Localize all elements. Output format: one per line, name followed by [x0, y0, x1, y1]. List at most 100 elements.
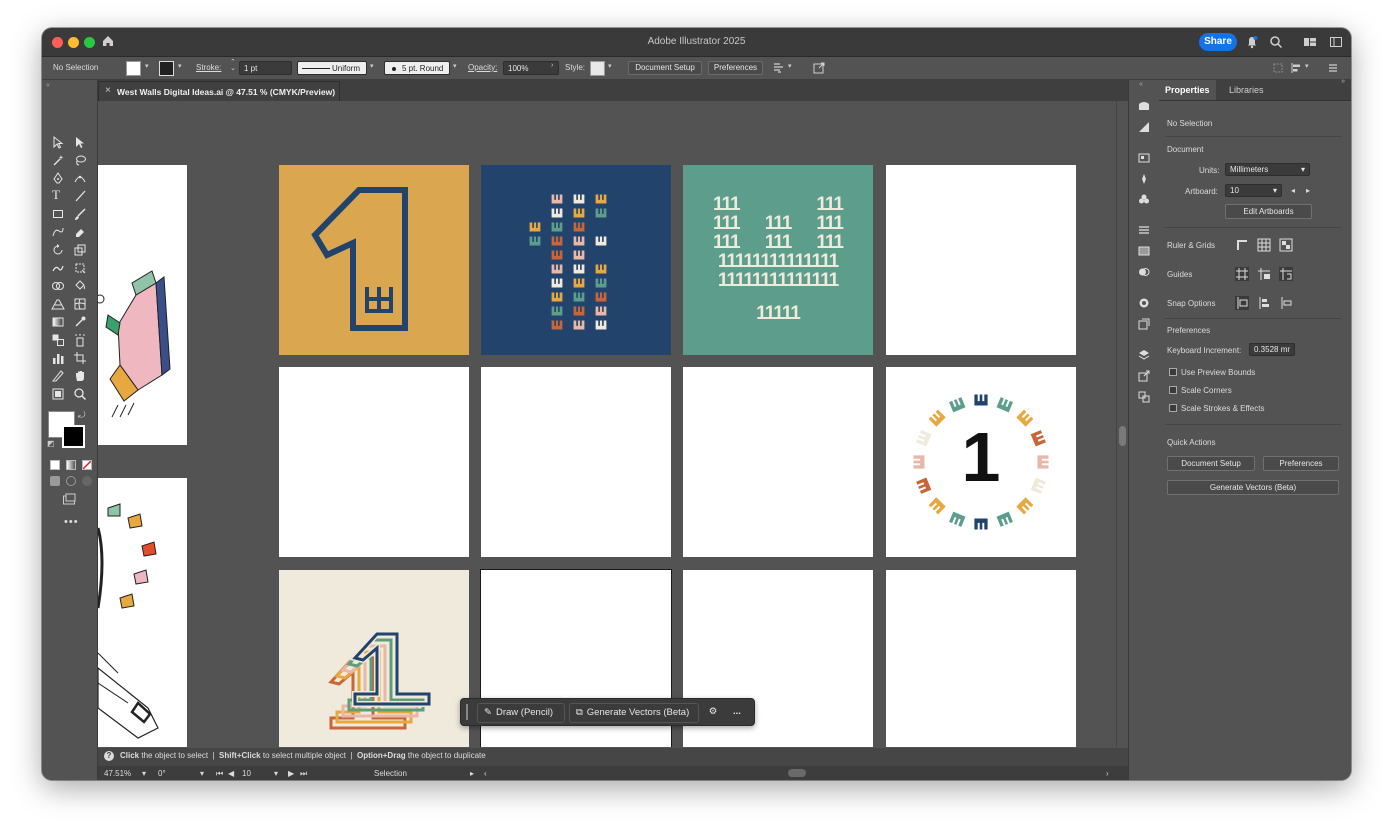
shape-builder-tool-icon[interactable]: [51, 279, 65, 293]
artboard-mustard-one[interactable]: [279, 165, 469, 355]
fill-dropdown-icon[interactable]: ▾: [145, 62, 149, 70]
align-icon[interactable]: [1289, 61, 1303, 75]
align-dropdown-icon[interactable]: ▾: [1305, 62, 1309, 70]
rotation-dropdown-icon[interactable]: ▾: [200, 769, 204, 778]
change-screen-mode-icon[interactable]: [62, 493, 76, 507]
vertical-scroll-thumb[interactable]: [1119, 426, 1126, 446]
draw-pencil-button[interactable]: ✎ Draw (Pencil): [477, 703, 565, 723]
tab-properties[interactable]: Properties: [1159, 80, 1216, 100]
blend-tool-icon[interactable]: [51, 333, 65, 347]
zoom-level[interactable]: 47.51%: [104, 769, 131, 778]
pen-tool-icon[interactable]: [51, 171, 65, 185]
brushes-panel-icon[interactable]: [1138, 173, 1150, 185]
gradient-mode-icon[interactable]: [66, 460, 76, 470]
live-paint-bucket-tool-icon[interactable]: [73, 279, 87, 293]
scroll-right-icon[interactable]: ›: [1106, 769, 1109, 778]
preferences-button[interactable]: Preferences: [708, 61, 763, 75]
artboard-circle-one[interactable]: 1: [886, 367, 1076, 557]
mesh-tool-icon[interactable]: [73, 297, 87, 311]
next-artboard-icon[interactable]: ▶: [288, 769, 294, 778]
artboard-left-bottom[interactable]: [98, 478, 187, 747]
arrange-documents-icon[interactable]: [772, 61, 786, 75]
rectangle-tool-icon[interactable]: [51, 207, 65, 221]
draw-behind-icon[interactable]: [66, 476, 76, 486]
direct-selection-tool-icon[interactable]: [73, 135, 87, 149]
qa-document-setup-button[interactable]: Document Setup: [1167, 456, 1255, 471]
search-icon[interactable]: [1269, 35, 1283, 49]
close-document-icon[interactable]: ×: [105, 85, 111, 96]
horizontal-scroll-thumb[interactable]: [788, 769, 806, 777]
artboard-left-top[interactable]: [98, 165, 187, 445]
properties-panel-icon[interactable]: [1138, 100, 1150, 112]
swatches-panel-icon[interactable]: [1138, 152, 1150, 164]
default-fill-stroke-icon[interactable]: ◩: [47, 439, 55, 448]
opacity-label[interactable]: Opacity:: [468, 63, 497, 72]
first-artboard-icon[interactable]: ⏮: [216, 769, 223, 779]
shaper-tool-icon[interactable]: [51, 225, 65, 239]
stroke-label[interactable]: Stroke:: [196, 63, 221, 72]
lasso-tool-icon[interactable]: [73, 153, 87, 167]
color-guide-icon[interactable]: [1138, 121, 1150, 133]
artboards-panel-icon[interactable]: [1138, 391, 1150, 403]
symbol-sprayer-tool-icon[interactable]: [73, 333, 87, 347]
free-transform-tool-icon[interactable]: [73, 261, 87, 275]
graphic-styles-icon[interactable]: [1138, 318, 1150, 330]
none-mode-icon[interactable]: [82, 460, 92, 470]
qa-generate-vectors-button[interactable]: Generate Vectors (Beta): [1167, 480, 1339, 495]
hand-tool-icon[interactable]: [73, 369, 87, 383]
gradient-panel-icon[interactable]: [1138, 245, 1150, 257]
collapse-toolbar-icon[interactable]: «: [46, 82, 50, 89]
edit-toolbar-icon[interactable]: •••: [64, 516, 79, 528]
draw-normal-icon[interactable]: [50, 476, 60, 486]
units-select[interactable]: Millimeters ▾: [1225, 163, 1310, 176]
gradient-tool-icon[interactable]: [51, 315, 65, 329]
artboard-empty-12[interactable]: [886, 570, 1076, 747]
rotation-value[interactable]: 0°: [158, 769, 166, 778]
style-dropdown-icon[interactable]: ▾: [608, 62, 612, 70]
swap-fill-stroke-icon[interactable]: ⤾: [78, 410, 86, 421]
taskbar-settings-icon[interactable]: ⚙: [705, 703, 721, 721]
scroll-left-icon[interactable]: ‹: [484, 769, 487, 778]
scale-tool-icon[interactable]: [73, 243, 87, 257]
magic-wand-tool-icon[interactable]: [51, 153, 65, 167]
panel-layout-icon[interactable]: [1329, 35, 1343, 49]
show-guides-icon[interactable]: [1235, 267, 1249, 281]
share-button[interactable]: Share: [1199, 33, 1237, 51]
artboard-dropdown-icon[interactable]: ▾: [274, 769, 278, 778]
stroke-swatch[interactable]: [159, 61, 174, 76]
rotate-tool-icon[interactable]: [51, 243, 65, 257]
color-mode-icon[interactable]: [50, 460, 60, 470]
artboard-empty-7[interactable]: [683, 367, 873, 557]
expand-panel-icon[interactable]: »: [1341, 78, 1345, 85]
document-setup-button[interactable]: Document Setup: [628, 61, 702, 75]
smart-guides-icon[interactable]: [1279, 267, 1293, 281]
collapse-strip-icon[interactable]: «: [1139, 81, 1143, 88]
artboard-cream-stacked-one[interactable]: [279, 570, 469, 747]
previous-artboard-icon[interactable]: ◀: [228, 769, 234, 778]
symbols-panel-icon[interactable]: [1138, 193, 1150, 205]
generate-vectors-button[interactable]: ⧉ Generate Vectors (Beta): [569, 703, 699, 723]
artboard-navy-pattern[interactable]: [481, 165, 671, 355]
curvature-tool-icon[interactable]: [73, 171, 87, 185]
scale-corners-checkbox[interactable]: [1169, 386, 1177, 394]
snap-to-point-icon[interactable]: [1235, 296, 1249, 310]
stroke-color-dropdown-icon[interactable]: ▾: [178, 62, 182, 70]
transparency-panel-icon[interactable]: [1138, 266, 1150, 278]
column-graph-tool-icon[interactable]: [51, 351, 65, 365]
more-options-button[interactable]: ...: [727, 703, 747, 721]
layers-panel-icon[interactable]: [1138, 349, 1150, 361]
notifications-bell-icon[interactable]: [1245, 35, 1259, 49]
artboard-tool-icon[interactable]: [73, 351, 87, 365]
line-segment-tool-icon[interactable]: [73, 189, 87, 203]
artboard-teal-ones[interactable]: 111 111 111 111 111 111 111 111 1111111111111…: [683, 165, 873, 355]
snap-to-pixel-icon[interactable]: [1257, 296, 1271, 310]
eyedropper-tool-icon[interactable]: [73, 315, 87, 329]
export-icon[interactable]: [812, 61, 826, 75]
status-menu-icon[interactable]: ▸: [470, 769, 474, 778]
workspace-switcher-icon[interactable]: [1303, 35, 1317, 49]
artboard-empty-5[interactable]: [279, 367, 469, 557]
artboard-number[interactable]: 10: [242, 769, 251, 778]
stroke-panel-icon[interactable]: [1138, 224, 1150, 236]
stroke-weight-field[interactable]: 1 pt: [239, 61, 292, 75]
type-tool-icon[interactable]: T: [52, 187, 66, 202]
